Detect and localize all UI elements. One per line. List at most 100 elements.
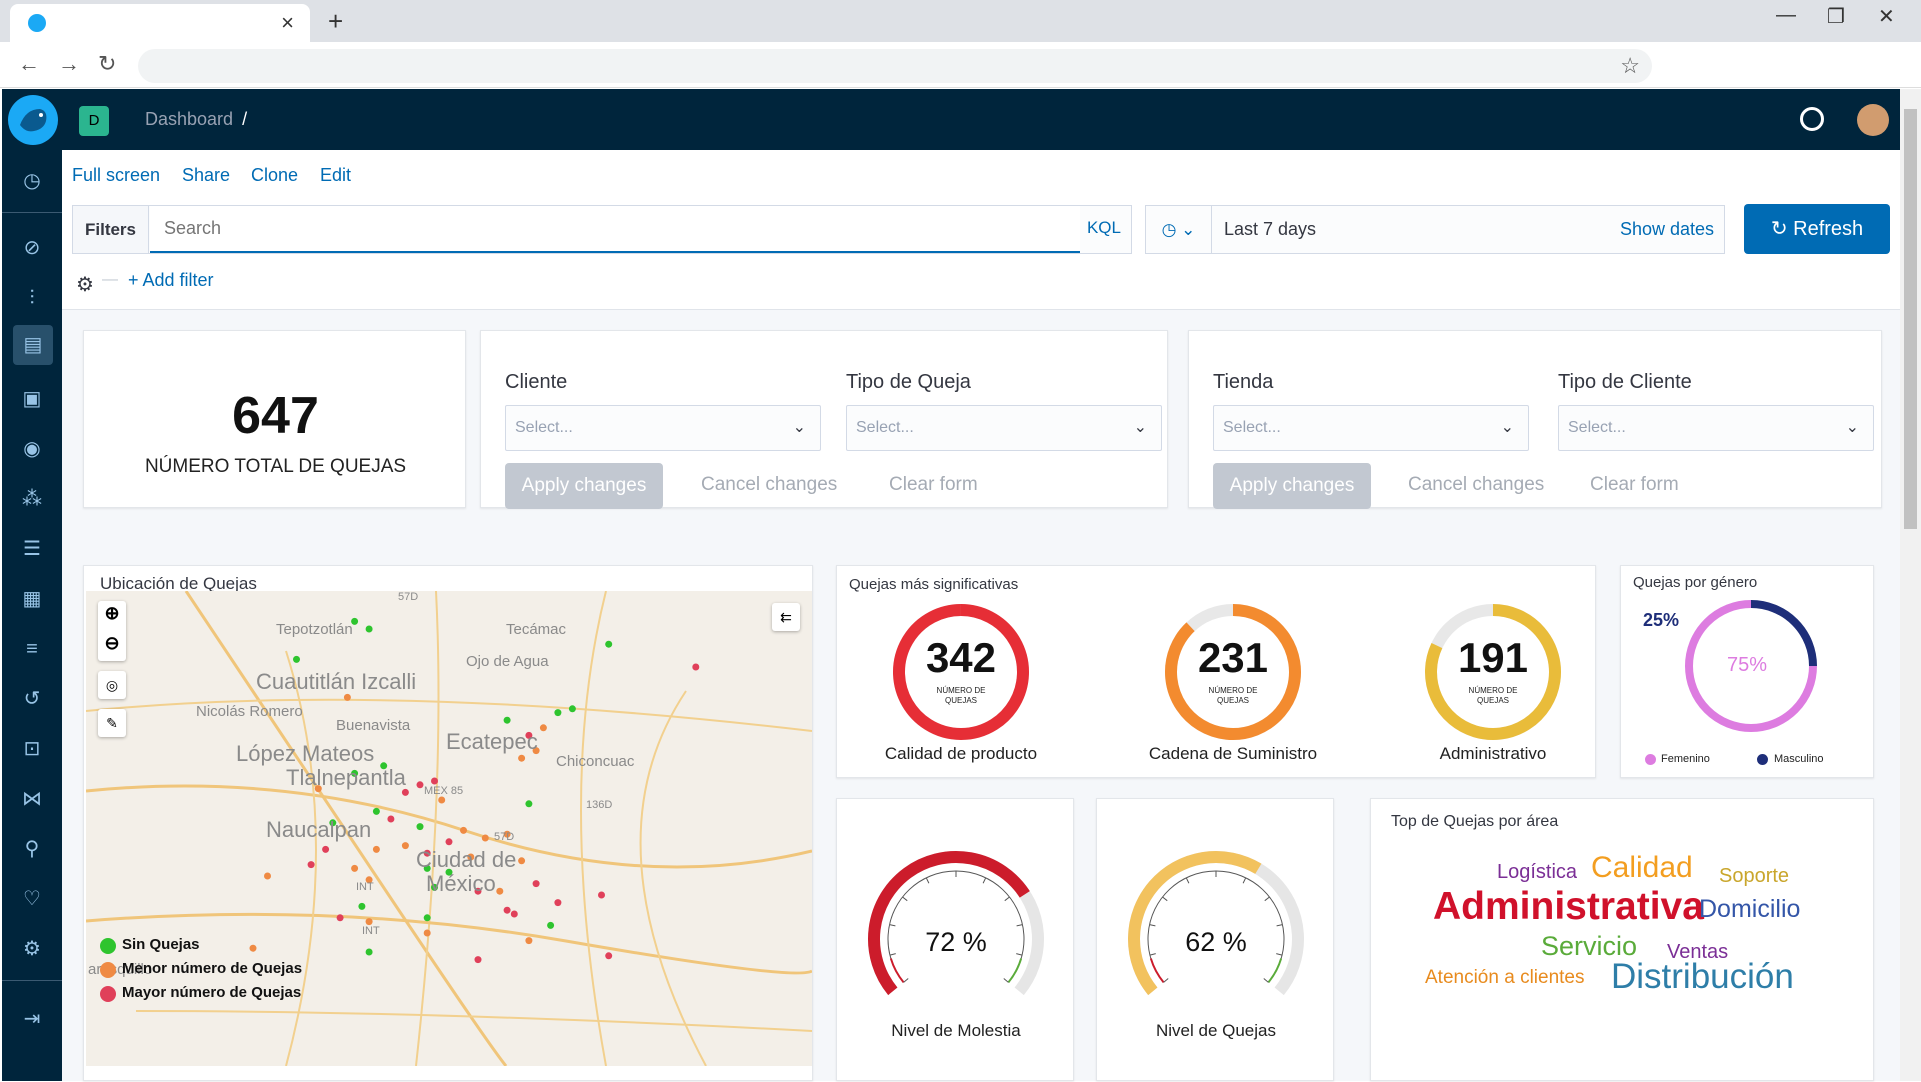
time-range-label[interactable]: Last 7 days (1224, 219, 1316, 240)
map-place-label: 57D (494, 831, 515, 843)
cliente-select[interactable]: Select... ⌄ (505, 405, 821, 451)
draw-tool-icon[interactable]: ✎ (98, 709, 126, 737)
tag-administrativa[interactable]: Administrativa (1433, 885, 1704, 929)
space-avatar[interactable]: D (79, 106, 109, 136)
full-screen-link[interactable]: Full screen (72, 165, 160, 186)
tagcloud-title: Top de Quejas por área (1391, 813, 1559, 830)
tag-calidad[interactable]: Calidad (1591, 851, 1693, 885)
favicon-icon (28, 14, 46, 32)
logs-icon[interactable]: ▦ (18, 585, 46, 613)
tag-distribucion[interactable]: Distribución (1611, 957, 1794, 997)
kibana-logo-icon[interactable] (8, 95, 58, 145)
minimize-button[interactable]: — (1776, 4, 1796, 27)
show-dates-link[interactable]: Show dates (1620, 219, 1714, 240)
apply-changes-button[interactable]: Apply changes (1213, 463, 1371, 509)
significant-sub: NÚMERO DE QUEJAS (936, 686, 986, 705)
restore-button[interactable]: ❐ (1827, 4, 1845, 29)
map-canvas[interactable]: Tepotzotlán Tecámac Ojo de Agua Cuautitlán … (86, 591, 812, 1066)
url-input[interactable]: ☆ (138, 49, 1652, 83)
legend-femenino[interactable]: Femenino (1661, 753, 1710, 765)
scrollbar-thumb[interactable] (1904, 109, 1917, 529)
legend-item[interactable]: Mayor número de Quejas (122, 984, 301, 1001)
apply-changes-button[interactable]: Apply changes (505, 463, 663, 509)
dev-tools-icon[interactable]: ⚲ (18, 835, 46, 863)
map-point (358, 902, 366, 910)
new-tab-button[interactable]: + (328, 6, 343, 37)
graph-icon[interactable]: ⋈ (18, 785, 46, 813)
tipo-cliente-select[interactable]: Select... ⌄ (1558, 405, 1874, 451)
search-input[interactable] (150, 206, 1080, 253)
browser-tab[interactable]: × (10, 4, 310, 42)
map-place-label: Buenavista (336, 717, 411, 734)
quick-select-button[interactable]: ◷ ⌄ (1146, 206, 1212, 253)
tag-soporte[interactable]: Soporte (1719, 865, 1789, 888)
cancel-changes-button[interactable]: Cancel changes (1408, 474, 1544, 496)
visualize-chart-icon[interactable]: ⫶ (18, 284, 46, 312)
significant-value: 231 (1197, 634, 1269, 681)
clear-form-button[interactable]: Clear form (1590, 474, 1679, 496)
tab-close-icon[interactable]: × (281, 10, 294, 36)
filters-label[interactable]: Filters (73, 206, 149, 253)
share-link[interactable]: Share (182, 165, 230, 186)
zoom-out-icon[interactable]: ⊖ (98, 633, 126, 654)
close-window-button[interactable]: ✕ (1878, 4, 1895, 29)
maps-icon[interactable]: ◉ (18, 435, 46, 463)
clear-form-button[interactable]: Clear form (889, 474, 978, 496)
legend-masculino[interactable]: Masculino (1774, 753, 1824, 765)
collapse-nav-icon[interactable]: ⇥ (18, 1005, 46, 1033)
filter-options-gear-icon[interactable]: ⚙ (76, 272, 94, 297)
page-scrollbar[interactable] (1900, 89, 1921, 1081)
reload-button[interactable]: ↻ (98, 51, 116, 77)
clone-link[interactable]: Clone (251, 165, 298, 186)
discover-compass-icon[interactable]: ⊘ (18, 234, 46, 262)
gauge-tick (1003, 978, 1009, 983)
significant-sub: NÚMERO DE QUEJAS (1468, 686, 1518, 705)
recent-clock-icon[interactable]: ◷ (18, 167, 46, 195)
bookmark-star-icon[interactable]: ☆ (1620, 53, 1640, 79)
ml-icon[interactable]: ⁂ (18, 485, 46, 513)
gender-panel: Quejas por género 25% 75% Femenino Mascu… (1620, 565, 1874, 778)
dashboard-icon[interactable]: ▤ (13, 325, 53, 365)
cancel-changes-button[interactable]: Cancel changes (701, 474, 837, 496)
map-point (431, 777, 438, 785)
uptime-icon[interactable]: ↺ (18, 685, 46, 713)
canvas-icon[interactable]: ▣ (18, 385, 46, 413)
layers-toggle-icon[interactable]: ⇇ (772, 603, 800, 631)
legend-item[interactable]: Menor número de Quejas (122, 960, 302, 977)
map-point (264, 872, 271, 880)
forward-button[interactable]: → (58, 51, 80, 77)
gauge-tick (1162, 896, 1168, 902)
map-point (474, 956, 482, 964)
gauge-tick (1163, 978, 1169, 983)
tienda-select[interactable]: Select... ⌄ (1213, 405, 1529, 451)
map-point (532, 880, 540, 888)
locate-icon[interactable]: ◎ (98, 671, 126, 699)
back-button[interactable]: ← (18, 51, 40, 77)
zoom-in-icon[interactable]: ⊕ (98, 603, 126, 624)
edit-link[interactable]: Edit (320, 165, 351, 186)
monitoring-icon[interactable]: ♡ (18, 885, 46, 913)
significant-label: Cadena de Suministro (1148, 744, 1318, 763)
add-filter-link[interactable]: + Add filter (128, 270, 214, 291)
user-avatar[interactable] (1857, 104, 1889, 136)
tag-atencion-clientes[interactable]: Atención a clientes (1425, 967, 1585, 989)
tipo-queja-select[interactable]: Select... ⌄ (846, 405, 1162, 451)
siem-lock-icon[interactable]: ⊡ (18, 735, 46, 763)
tag-domicilio[interactable]: Domicilio (1699, 895, 1800, 924)
gauge-tick (902, 896, 908, 902)
gauge-molestia-label: Nivel de Molestia (891, 1021, 1021, 1040)
map-point (539, 724, 547, 732)
legend-item[interactable]: Sin Quejas (122, 936, 200, 953)
help-icon[interactable] (1800, 107, 1824, 131)
kql-toggle[interactable]: KQL (1087, 218, 1121, 238)
significant-value: 191 (1457, 634, 1529, 681)
management-gear-icon[interactable]: ⚙ (18, 935, 46, 963)
gauge-tick (1149, 924, 1156, 927)
refresh-button[interactable]: ↻ Refresh (1744, 204, 1890, 254)
infrastructure-icon[interactable]: ☰ (18, 535, 46, 563)
apm-icon[interactable]: ≡ (18, 635, 46, 663)
map-point (518, 754, 526, 762)
breadcrumb-dashboard[interactable]: Dashboard (145, 109, 233, 129)
gauge-tick (1016, 924, 1023, 927)
tag-logistica[interactable]: Logística (1497, 861, 1577, 884)
